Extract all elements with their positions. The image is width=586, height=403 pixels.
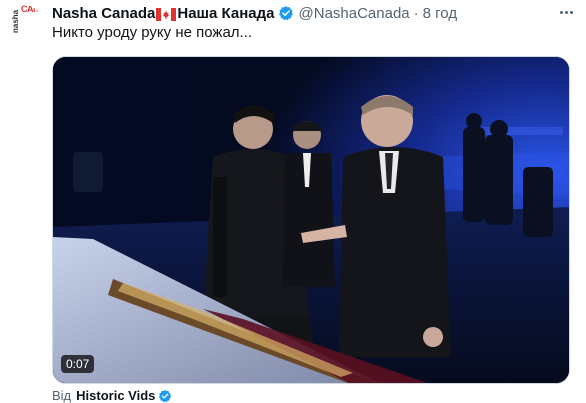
user-handle[interactable]: @NashaCanada xyxy=(299,5,410,22)
verified-badge-icon xyxy=(278,6,293,21)
video-duration-badge: 0:07 xyxy=(61,355,95,373)
video-frame xyxy=(53,57,569,383)
display-name-latin[interactable]: Nasha Canada xyxy=(52,5,155,22)
tweet-text: Никто уроду руку не пожал... xyxy=(52,24,253,41)
more-options-icon[interactable] xyxy=(553,2,579,22)
avatar-logo-small-text: nasha xyxy=(11,9,20,33)
tweet-timestamp[interactable]: 8 год xyxy=(423,5,457,22)
source-name-link[interactable]: Historic Vids xyxy=(76,388,155,403)
verified-badge-icon xyxy=(159,389,172,402)
canada-flag-icon xyxy=(156,7,177,21)
tweet-header: Nasha Canada Наша Канада @NashaCanada · … xyxy=(52,4,457,22)
display-name-cyrillic[interactable]: Наша Канада xyxy=(177,5,274,22)
video-player[interactable]: 0:07 xyxy=(52,56,570,384)
video-source-attribution: Від Historic Vids xyxy=(52,388,172,403)
source-prefix: Від xyxy=(52,388,72,403)
tweet-card[interactable]: nasha CANADA Nasha Canada Наша Канада @N… xyxy=(0,0,586,403)
separator-dot: · xyxy=(413,4,419,22)
avatar[interactable]: nasha CANADA xyxy=(9,5,41,37)
avatar-logo-main-text: CANADA xyxy=(21,5,41,14)
